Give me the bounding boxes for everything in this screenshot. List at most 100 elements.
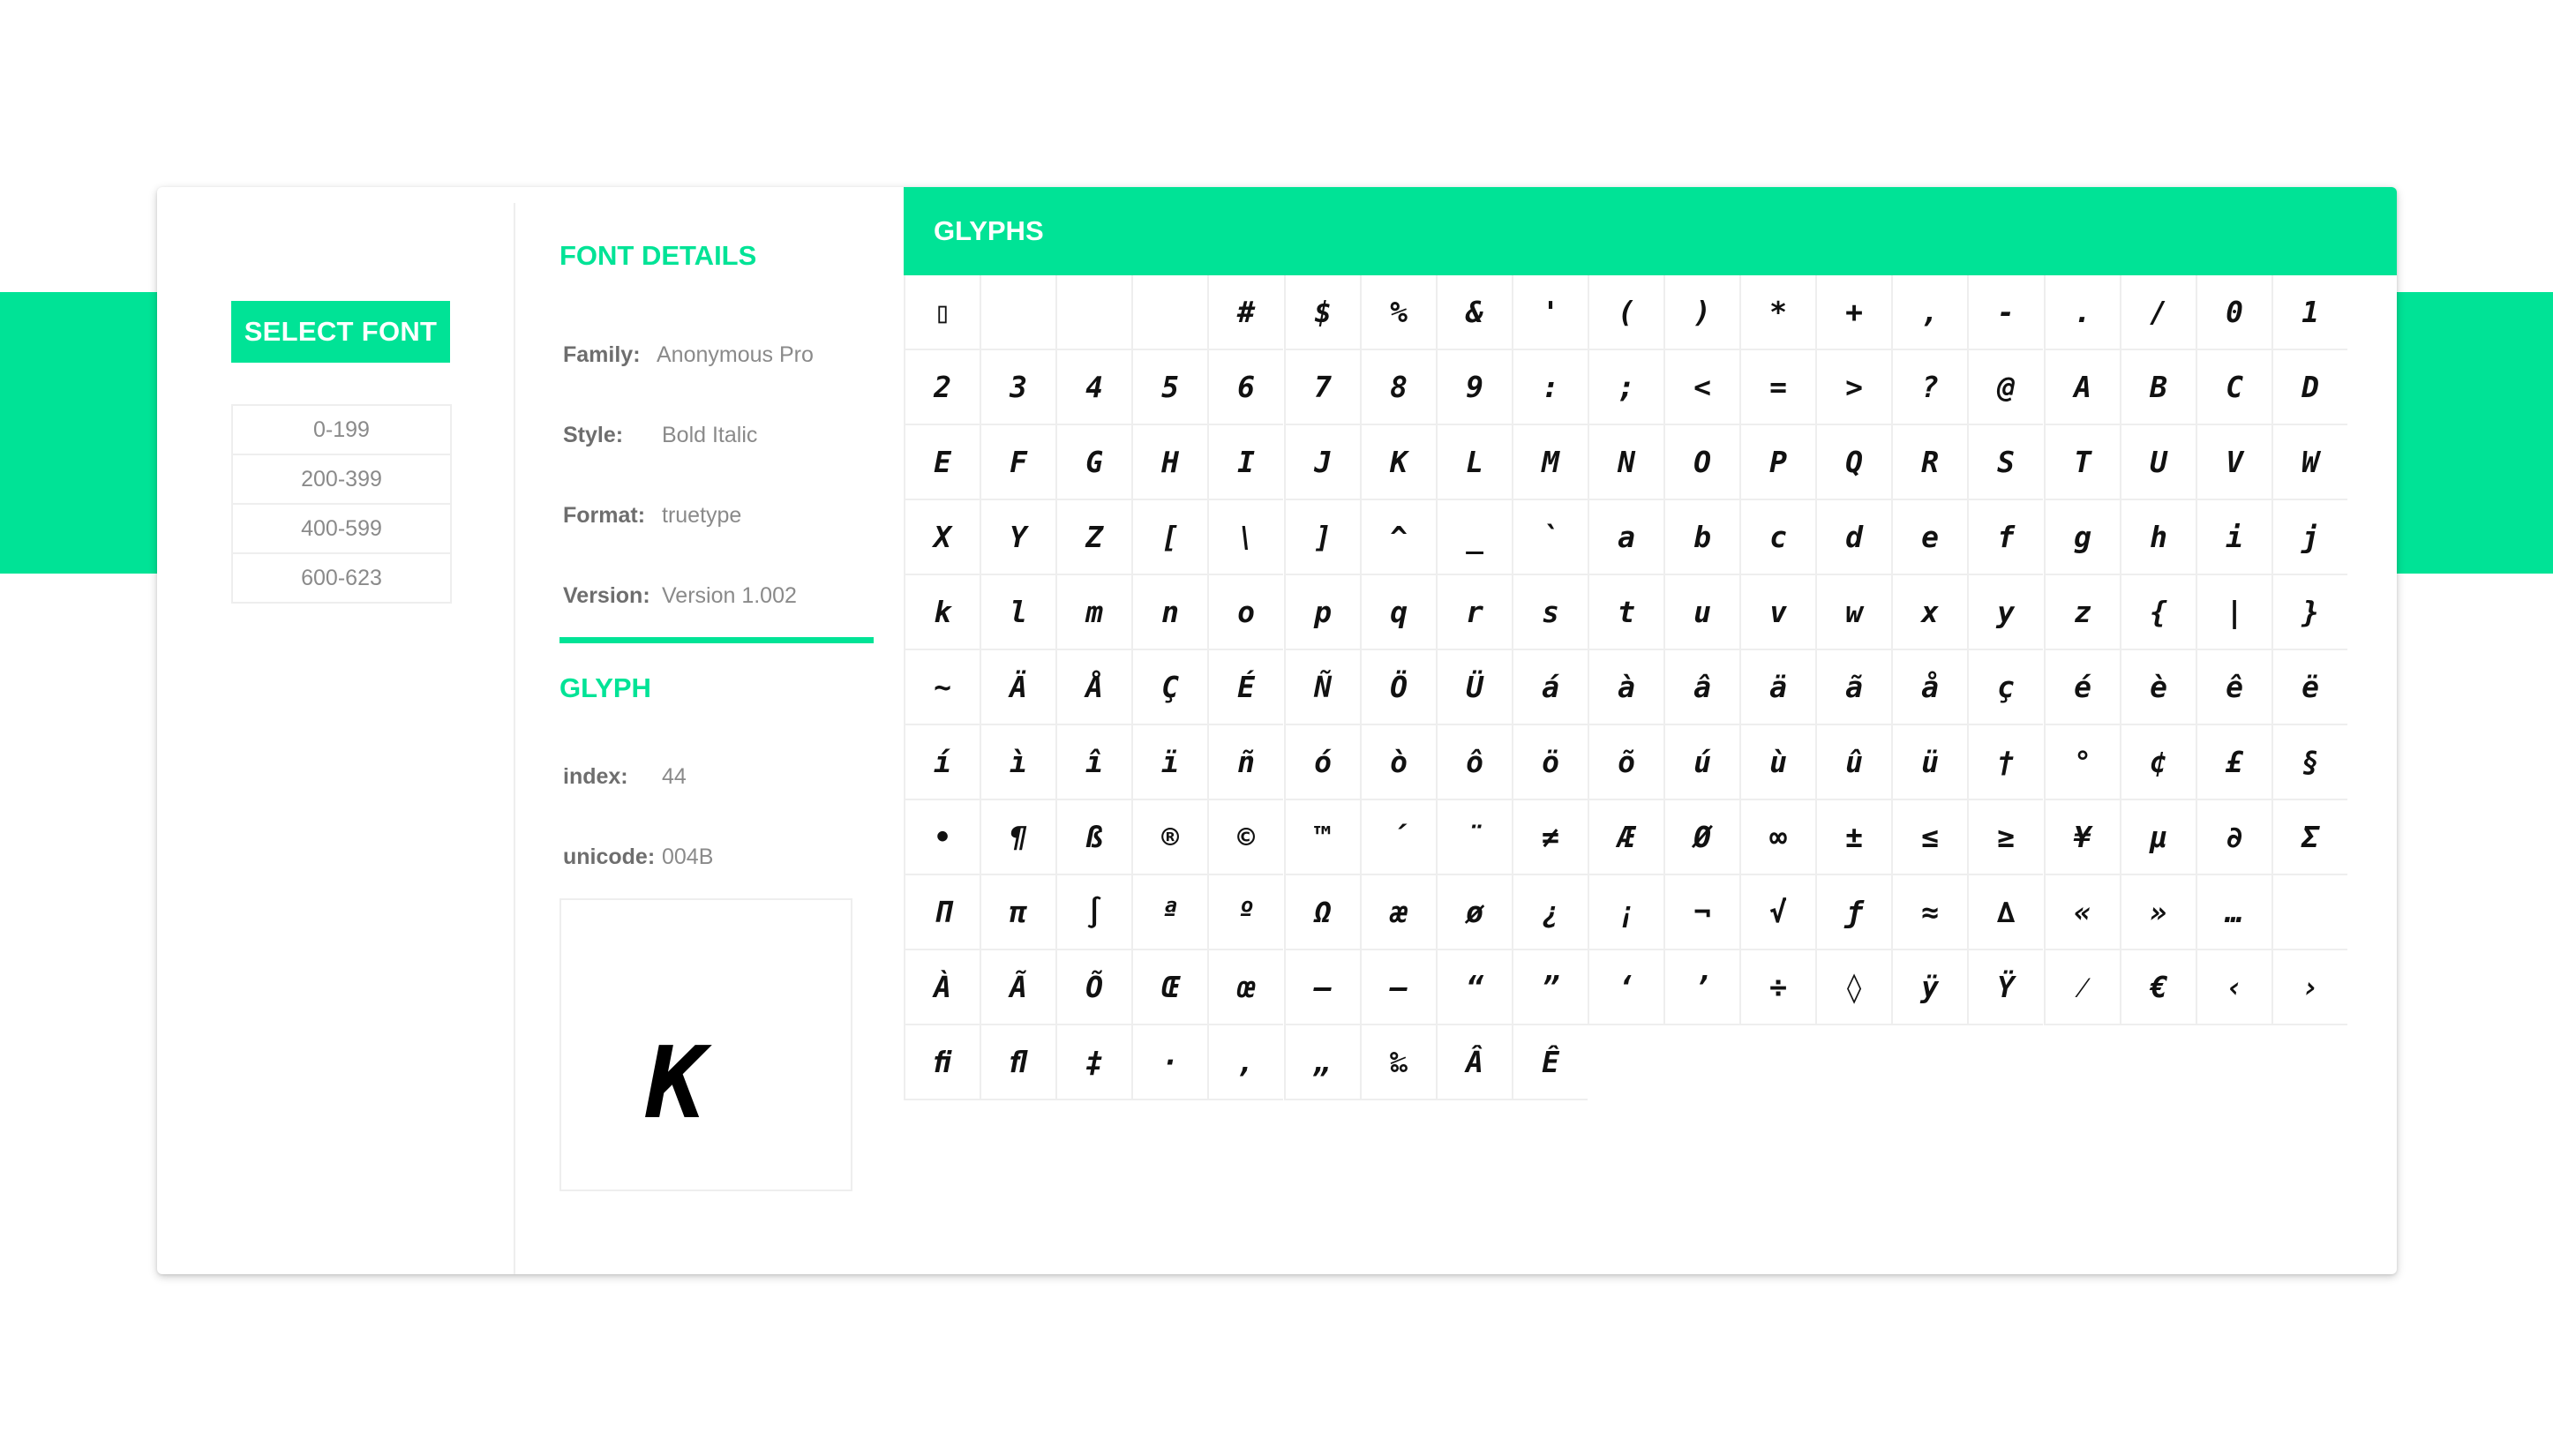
- glyph-cell[interactable]: >: [1815, 350, 1891, 425]
- range-item[interactable]: 200-399: [231, 454, 452, 505]
- glyph-cell[interactable]: X: [904, 500, 980, 575]
- glyph-cell[interactable]: ó: [1284, 725, 1360, 800]
- glyph-cell[interactable]: m: [1055, 575, 1131, 650]
- glyph-cell[interactable]: *: [1739, 275, 1815, 350]
- glyph-cell[interactable]: ã: [1815, 650, 1891, 725]
- glyph-cell[interactable]: K: [1360, 425, 1436, 500]
- glyph-cell[interactable]: Â: [1436, 1025, 1512, 1100]
- glyph-cell[interactable]: Ñ: [1284, 650, 1360, 725]
- glyph-cell[interactable]: =: [1739, 350, 1815, 425]
- glyph-cell[interactable]: ë: [2271, 650, 2347, 725]
- glyph-cell[interactable]: ±: [1815, 800, 1891, 875]
- glyph-cell[interactable]: ⁄: [2044, 950, 2120, 1025]
- glyph-cell[interactable]: Ω: [1284, 875, 1360, 950]
- glyph-cell[interactable]: f: [1967, 500, 2043, 575]
- glyph-cell[interactable]: á: [1512, 650, 1588, 725]
- glyph-cell[interactable]: _: [1436, 500, 1512, 575]
- glyph-cell[interactable]: Ø: [1663, 800, 1739, 875]
- glyph-cell[interactable]: g: [2044, 500, 2120, 575]
- glyph-cell[interactable]: D: [2271, 350, 2347, 425]
- glyph-cell[interactable]: y: [1967, 575, 2043, 650]
- glyph-cell[interactable]: W: [2271, 425, 2347, 500]
- glyph-cell[interactable]: |: [2196, 575, 2271, 650]
- glyph-cell[interactable]: O: [1663, 425, 1739, 500]
- glyph-cell[interactable]: x: [1891, 575, 1967, 650]
- glyph-cell[interactable]: C: [2196, 350, 2271, 425]
- glyph-cell[interactable]: N: [1588, 425, 1663, 500]
- glyph-cell[interactable]: A: [2044, 350, 2120, 425]
- glyph-cell[interactable]: »: [2120, 875, 2196, 950]
- glyph-cell[interactable]: Q: [1815, 425, 1891, 500]
- glyph-cell[interactable]: ß: [1055, 800, 1131, 875]
- glyph-cell[interactable]: n: [1131, 575, 1207, 650]
- glyph-cell[interactable]: 4: [1055, 350, 1131, 425]
- glyph-cell[interactable]: [1055, 275, 1131, 350]
- glyph-cell[interactable]: `: [1512, 500, 1588, 575]
- glyph-cell[interactable]: v: [1739, 575, 1815, 650]
- glyph-cell[interactable]: ≤: [1891, 800, 1967, 875]
- glyph-cell[interactable]: S: [1967, 425, 2043, 500]
- glyph-cell[interactable]: ø: [1436, 875, 1512, 950]
- glyph-cell[interactable]: M: [1512, 425, 1588, 500]
- glyph-cell[interactable]: ò: [1360, 725, 1436, 800]
- glyph-cell[interactable]: .: [2044, 275, 2120, 350]
- glyph-cell[interactable]: q: [1360, 575, 1436, 650]
- glyph-cell[interactable]: ‚: [1207, 1025, 1283, 1100]
- glyph-cell[interactable]: ô: [1436, 725, 1512, 800]
- glyph-cell[interactable]: ¿: [1512, 875, 1588, 950]
- glyph-cell[interactable]: Z: [1055, 500, 1131, 575]
- glyph-cell[interactable]: $: [1284, 275, 1360, 350]
- glyph-cell[interactable]: Å: [1055, 650, 1131, 725]
- glyph-cell[interactable]: i: [2196, 500, 2271, 575]
- glyph-cell[interactable]: œ: [1207, 950, 1283, 1025]
- glyph-cell[interactable]: é: [2044, 650, 2120, 725]
- glyph-cell[interactable]: ﬁ: [904, 1025, 980, 1100]
- glyph-cell[interactable]: ·: [1131, 1025, 1207, 1100]
- select-font-button[interactable]: SELECT FONT: [231, 301, 450, 363]
- glyph-cell[interactable]: \: [1207, 500, 1283, 575]
- glyph-cell[interactable]: à: [1588, 650, 1663, 725]
- glyph-cell[interactable]: #: [1207, 275, 1283, 350]
- glyph-cell[interactable]: T: [2044, 425, 2120, 500]
- glyph-cell[interactable]: •: [904, 800, 980, 875]
- glyph-cell[interactable]: ◊: [1815, 950, 1891, 1025]
- glyph-cell[interactable]: ¶: [980, 800, 1055, 875]
- range-item[interactable]: 600-623: [231, 552, 452, 604]
- glyph-cell[interactable]: [: [1131, 500, 1207, 575]
- glyph-cell[interactable]: b: [1663, 500, 1739, 575]
- glyph-cell[interactable]: 1: [2271, 275, 2347, 350]
- glyph-cell[interactable]: ´: [1360, 800, 1436, 875]
- glyph-cell[interactable]: õ: [1588, 725, 1663, 800]
- glyph-cell[interactable]: I: [1207, 425, 1283, 500]
- glyph-cell[interactable]: ›: [2271, 950, 2347, 1025]
- glyph-cell[interactable]: £: [2196, 725, 2271, 800]
- glyph-cell[interactable]: <: [1663, 350, 1739, 425]
- glyph-cell[interactable]: 8: [1360, 350, 1436, 425]
- glyph-cell[interactable]: †: [1967, 725, 2043, 800]
- glyph-cell[interactable]: å: [1891, 650, 1967, 725]
- glyph-cell[interactable]: ª: [1131, 875, 1207, 950]
- glyph-cell[interactable]: j: [2271, 500, 2347, 575]
- range-item[interactable]: 0-199: [231, 404, 452, 455]
- glyph-cell[interactable]: B: [2120, 350, 2196, 425]
- glyph-cell[interactable]: u: [1663, 575, 1739, 650]
- glyph-cell[interactable]: Õ: [1055, 950, 1131, 1025]
- glyph-cell[interactable]: L: [1436, 425, 1512, 500]
- glyph-cell[interactable]: [980, 275, 1055, 350]
- glyph-cell[interactable]: —: [1360, 950, 1436, 1025]
- glyph-cell[interactable]: ”: [1512, 950, 1588, 1025]
- glyph-cell[interactable]: ∫: [1055, 875, 1131, 950]
- glyph-cell[interactable]: ¨: [1436, 800, 1512, 875]
- glyph-cell[interactable]: Π: [904, 875, 980, 950]
- glyph-cell[interactable]: 3: [980, 350, 1055, 425]
- glyph-cell[interactable]: €: [2120, 950, 2196, 1025]
- glyph-cell[interactable]: 7: [1284, 350, 1360, 425]
- glyph-cell[interactable]: «: [2044, 875, 2120, 950]
- glyph-cell[interactable]: z: [2044, 575, 2120, 650]
- glyph-cell[interactable]: ñ: [1207, 725, 1283, 800]
- glyph-cell[interactable]: ì: [980, 725, 1055, 800]
- glyph-cell[interactable]: í: [904, 725, 980, 800]
- glyph-cell[interactable]: 6: [1207, 350, 1283, 425]
- glyph-cell[interactable]: ‰: [1360, 1025, 1436, 1100]
- glyph-cell[interactable]: Σ: [2271, 800, 2347, 875]
